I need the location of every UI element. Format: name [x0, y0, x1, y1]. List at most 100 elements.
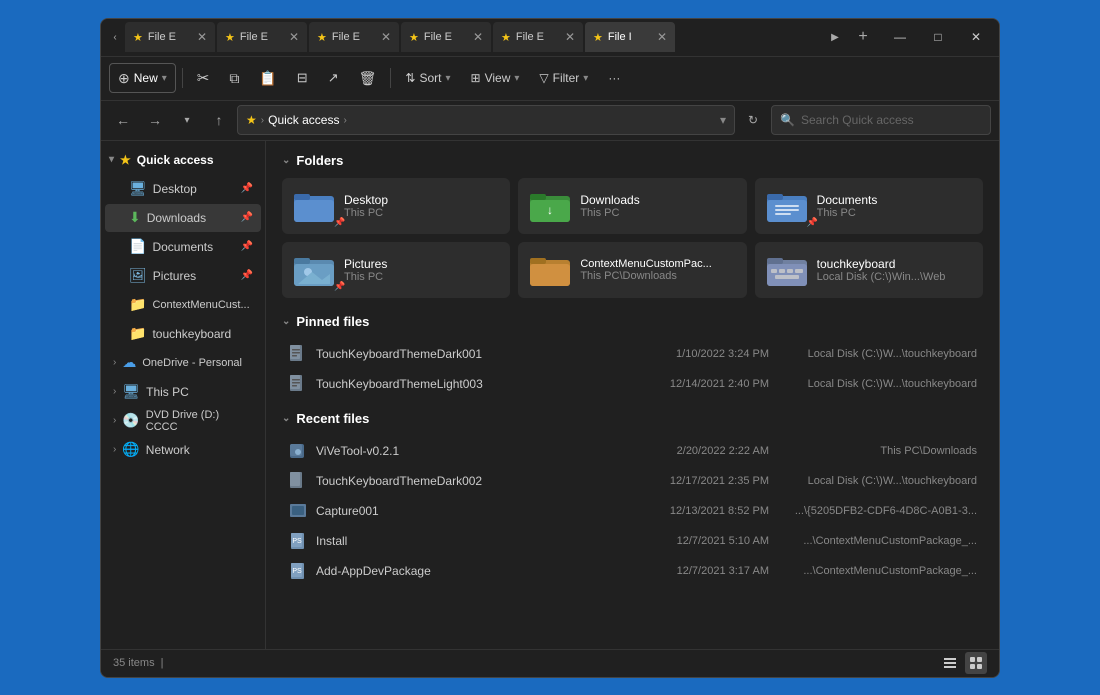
contextmenu-icon: 📁	[129, 296, 146, 313]
recent-file-date-0: 2/20/2022 2:22 AM	[624, 445, 769, 457]
grid-view-button[interactable]	[965, 652, 987, 674]
sidebar-item-dvd[interactable]: › 💿 DVD Drive (D:) CCCC	[105, 407, 261, 435]
recent-file-date-4: 12/7/2021 3:17 AM	[624, 565, 769, 577]
pinned-file-name-1: TouchKeyboardThemeLight003	[316, 377, 616, 391]
pinned-file-icon-1	[288, 374, 308, 394]
new-button[interactable]: ⊕ New ▾	[109, 63, 176, 93]
list-view-button[interactable]	[939, 652, 961, 674]
tab-3-close[interactable]: ✕	[381, 30, 391, 44]
tab-6[interactable]: ★ File I ✕	[585, 22, 675, 52]
pictures-icon: 🖼	[129, 267, 147, 284]
breadcrumb-bar[interactable]: ★ › Quick access › ▾	[237, 105, 735, 135]
sidebar-quick-access[interactable]: ▾ ★ Quick access	[105, 146, 261, 174]
recent-file-location-2: ...\{5205DFB2-CDF6-4D8C-A0B1-3...	[777, 505, 977, 517]
tab-2-close[interactable]: ✕	[289, 30, 299, 44]
sort-button[interactable]: ⇅ Sort ▾	[397, 63, 458, 93]
recent-file-name-1: TouchKeyboardThemeDark002	[316, 474, 616, 488]
folder-card-touchkeyboard[interactable]: touchkeyboard Local Disk (C:\)Win...\Web	[755, 242, 983, 298]
recent-file-row-1[interactable]: TouchKeyboardThemeDark002 12/17/2021 2:3…	[282, 466, 983, 496]
pinned-file-icon-0	[288, 344, 308, 364]
tab-1[interactable]: ★ File E ✕	[125, 22, 215, 52]
recent-file-row-4[interactable]: PS Add-AppDevPackage 12/7/2021 3:17 AM .…	[282, 556, 983, 586]
pinned-file-location-1: Local Disk (C:\)W...\touchkeyboard	[777, 378, 977, 390]
tab-6-close[interactable]: ✕	[657, 30, 667, 44]
tab-4-close[interactable]: ✕	[473, 30, 483, 44]
tab-star-icon-2: ★	[225, 31, 235, 44]
tab-scroll-right[interactable]: ▶	[825, 23, 845, 51]
recent-file-name-0: ViVeTool-v0.2.1	[316, 444, 616, 458]
network-icon: 🌐	[122, 441, 139, 458]
recent-files-table: ViVeTool-v0.2.1 2/20/2022 2:22 AM This P…	[282, 436, 983, 586]
close-button[interactable]: ✕	[957, 22, 995, 52]
recent-file-icon-3: PS	[288, 531, 308, 551]
folders-chevron-icon: ⌄	[282, 155, 290, 166]
sidebar-item-downloads[interactable]: ⬇ Downloads 📌	[105, 204, 261, 232]
recent-file-row-2[interactable]: Capture001 12/13/2021 8:52 PM ...\{5205D…	[282, 496, 983, 526]
touchkeyboard-icon: 📁	[129, 325, 146, 342]
minimize-button[interactable]: —	[881, 22, 919, 52]
back-button[interactable]: ←	[109, 106, 137, 134]
filter-button[interactable]: ▽ Filter ▾	[531, 63, 596, 93]
sidebar-downloads-label: Downloads	[147, 211, 206, 225]
tab-star-icon-6: ★	[593, 31, 603, 44]
sidebar-item-desktop[interactable]: 🖥 Desktop 📌	[105, 175, 261, 203]
share-button[interactable]: ↗	[320, 63, 347, 93]
tab-2[interactable]: ★ File E ✕	[217, 22, 307, 52]
tab-4[interactable]: ★ File E ✕	[401, 22, 491, 52]
more-button[interactable]: ···	[600, 63, 628, 93]
view-chevron-icon: ▾	[514, 73, 519, 84]
documents-pin-icon: 📌	[241, 241, 253, 252]
search-bar[interactable]: 🔍 Search Quick access	[771, 105, 991, 135]
file-explorer-window: ‹ ★ File E ✕ ★ File E ✕ ★ File E ✕ ★ Fil…	[100, 18, 1000, 678]
sidebar-item-contextmenu[interactable]: 📁 ContextMenuCust...	[105, 291, 261, 319]
folder-card-documents[interactable]: Documents This PC 📌	[755, 178, 983, 234]
breadcrumb-dropdown-button[interactable]: ▾	[720, 113, 726, 127]
refresh-button[interactable]: ↻	[739, 106, 767, 134]
view-toggle-buttons	[939, 652, 987, 674]
pinned-file-row-0[interactable]: TouchKeyboardThemeDark001 1/10/2022 3:24…	[282, 339, 983, 369]
pinned-files-table: TouchKeyboardThemeDark001 1/10/2022 3:24…	[282, 339, 983, 399]
folder-card-downloads[interactable]: ↓ Downloads This PC	[518, 178, 746, 234]
tab-scroll-left[interactable]: ‹	[105, 23, 125, 51]
pinned-file-row-1[interactable]: TouchKeyboardThemeLight003 12/14/2021 2:…	[282, 369, 983, 399]
recent-locations-button[interactable]: ▾	[173, 106, 201, 134]
view-button[interactable]: ⊞ View ▾	[463, 63, 528, 93]
sidebar-item-pictures[interactable]: 🖼 Pictures 📌	[105, 262, 261, 290]
new-button-label: New	[134, 71, 158, 85]
folder-card-pictures[interactable]: Pictures This PC 📌	[282, 242, 510, 298]
sidebar-item-touchkeyboard[interactable]: 📁 touchkeyboard	[105, 320, 261, 348]
sidebar-item-network[interactable]: › 🌐 Network	[105, 436, 261, 464]
paste-button[interactable]: 📋	[251, 63, 284, 93]
folder-card-desktop[interactable]: Desktop This PC 📌	[282, 178, 510, 234]
tab-5[interactable]: ★ File E ✕	[493, 22, 583, 52]
status-separator: |	[161, 657, 164, 669]
dvd-chevron-icon: ›	[113, 415, 116, 426]
svg-text:PS: PS	[292, 538, 302, 545]
tab-5-close[interactable]: ✕	[565, 30, 575, 44]
up-button[interactable]: ↑	[205, 106, 233, 134]
recent-files-title: Recent files	[296, 411, 369, 426]
sidebar-item-onedrive[interactable]: › ☁ OneDrive - Personal	[105, 349, 261, 377]
forward-button[interactable]: →	[141, 106, 169, 134]
status-count: 35 items	[113, 657, 155, 669]
tab-3[interactable]: ★ File E ✕	[309, 22, 399, 52]
cut-button[interactable]: ✂	[189, 63, 218, 93]
folder-info-documents: Documents This PC	[817, 193, 971, 219]
folder-info-contextmenu: ContextMenuCustomPac... This PC\Download…	[580, 258, 734, 282]
tab-1-close[interactable]: ✕	[197, 30, 207, 44]
folder-card-contextmenu[interactable]: ContextMenuCustomPac... This PC\Download…	[518, 242, 746, 298]
breadcrumb-chevron-icon: ›	[261, 115, 264, 126]
delete-button[interactable]: 🗑	[351, 63, 385, 93]
recent-file-name-3: Install	[316, 534, 616, 548]
folder-info-desktop: Desktop This PC	[344, 193, 498, 219]
rename-button[interactable]: ⊟	[289, 63, 316, 93]
folder-name-pictures: Pictures	[344, 257, 498, 271]
copy-button[interactable]: ⧉	[221, 63, 247, 93]
recent-file-row-3[interactable]: PS Install 12/7/2021 5:10 AM ...\Context…	[282, 526, 983, 556]
new-tab-button[interactable]: +	[849, 23, 877, 51]
recent-file-row-0[interactable]: ViVeTool-v0.2.1 2/20/2022 2:22 AM This P…	[282, 436, 983, 466]
sidebar-item-documents[interactable]: 📄 Documents 📌	[105, 233, 261, 261]
tab-2-label: File E	[240, 31, 268, 43]
maximize-button[interactable]: □	[919, 22, 957, 52]
sidebar-item-thispc[interactable]: › 🖥 This PC	[105, 378, 261, 406]
